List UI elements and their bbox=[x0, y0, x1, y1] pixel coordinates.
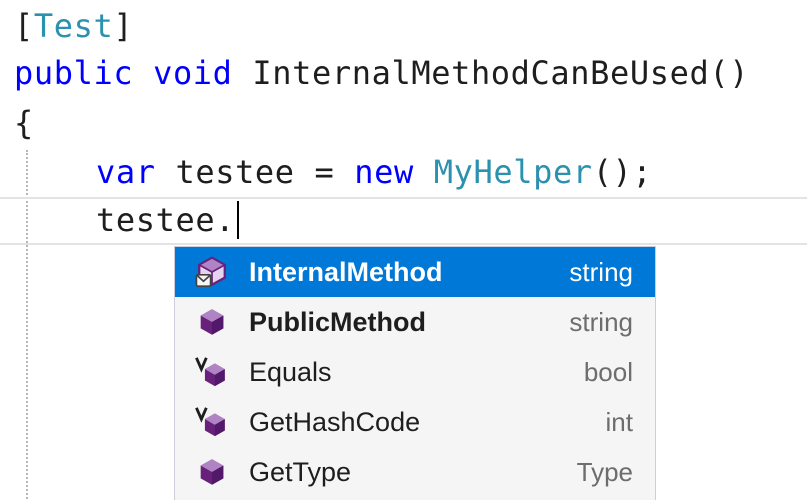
type-name: MyHelper bbox=[433, 153, 593, 191]
completion-item-label: GetType bbox=[249, 456, 352, 487]
attribute-close-bracket: ] bbox=[113, 7, 134, 45]
completion-item-label: Equals bbox=[249, 356, 332, 387]
completion-item-type: string bbox=[569, 306, 633, 337]
method-icon bbox=[200, 309, 224, 335]
keyword-public: public bbox=[14, 54, 134, 92]
virtual-method-icon bbox=[195, 357, 225, 387]
completion-item-type: bool bbox=[583, 356, 633, 387]
internal-method-icon bbox=[195, 256, 227, 288]
code-line-attribute: [Test] bbox=[14, 2, 133, 50]
completion-item-gettype[interactable]: GetType Type bbox=[175, 447, 655, 497]
text-caret bbox=[237, 201, 240, 239]
completion-item-label: InternalMethod bbox=[249, 256, 443, 287]
code-line-method-signature: public void InternalMethodCanBeUsed() bbox=[14, 49, 749, 97]
keyword-var: var bbox=[96, 153, 156, 191]
keyword-void: void bbox=[153, 54, 233, 92]
completion-item-equals[interactable]: Equals bool bbox=[175, 347, 655, 397]
completion-item-gethashcode[interactable]: GetHashCode int bbox=[175, 397, 655, 447]
member-access-text: testee. bbox=[96, 201, 236, 239]
completion-item-internal-method[interactable]: InternalMethod string bbox=[175, 247, 655, 297]
variable-declaration: testee = bbox=[155, 153, 355, 191]
keyword-new: new bbox=[354, 153, 414, 191]
attribute-open-bracket: [ bbox=[14, 7, 34, 45]
constructor-call-tail: (); bbox=[592, 153, 653, 191]
completion-item-type: int bbox=[605, 406, 633, 437]
method-name: InternalMethodCanBeUsed() bbox=[252, 54, 750, 92]
completion-item-label: PublicMethod bbox=[249, 306, 426, 337]
code-line-variable: var testee = new MyHelper(); bbox=[96, 148, 652, 196]
completion-item-public-method[interactable]: PublicMethod string bbox=[175, 297, 655, 347]
completion-item-type: string bbox=[569, 256, 633, 287]
attribute-name: Test bbox=[33, 7, 114, 45]
virtual-method-icon bbox=[195, 407, 225, 437]
method-icon bbox=[200, 459, 224, 485]
open-brace: { bbox=[14, 104, 34, 142]
intellisense-completion-list[interactable]: InternalMethod string PublicMethod strin… bbox=[174, 246, 656, 500]
code-line-open-brace: { bbox=[14, 99, 34, 147]
completion-item-label: GetHashCode bbox=[249, 406, 421, 437]
code-line-current: testee. bbox=[96, 196, 240, 244]
completion-item-type: Type bbox=[576, 456, 633, 487]
